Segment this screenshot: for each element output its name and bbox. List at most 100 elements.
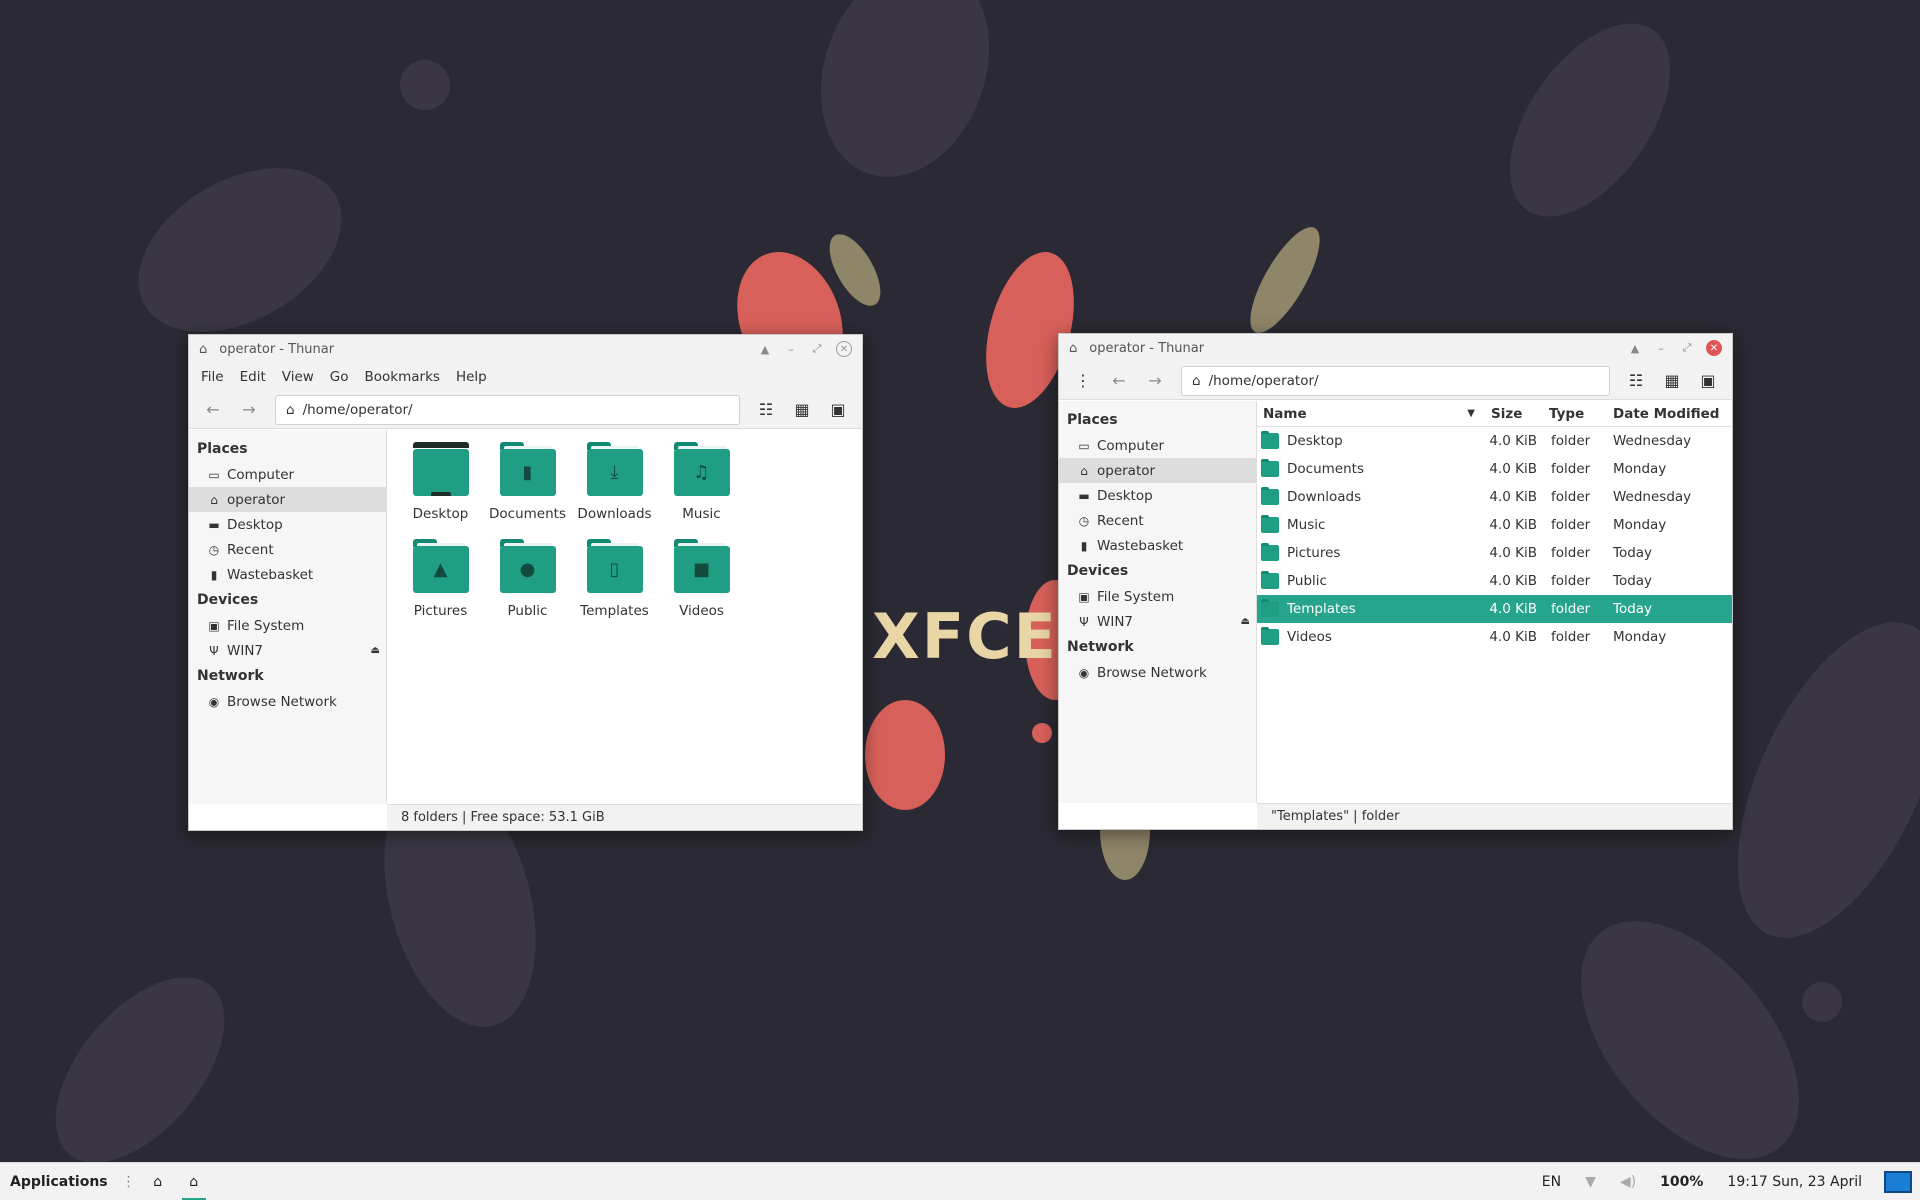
- eject-icon[interactable]: ⏏: [371, 645, 380, 656]
- sidebar-item-label: Wastebasket: [1097, 537, 1184, 554]
- sidebar-item-browse-network[interactable]: ◉ Browse Network: [1059, 660, 1256, 685]
- window-title: operator - Thunar: [219, 341, 335, 357]
- sidebar-item-operator[interactable]: ⌂ operator: [189, 487, 386, 512]
- menu-file[interactable]: File: [193, 369, 232, 385]
- folder-videos[interactable]: ■ Videos: [658, 539, 745, 636]
- column-header-date[interactable]: Date Modified: [1607, 406, 1732, 422]
- home-icon: ⌂: [210, 492, 218, 507]
- sidebar-item-file-system[interactable]: ▣ File System: [1059, 584, 1256, 609]
- folder-documents[interactable]: ▮ Documents: [484, 442, 571, 539]
- menu-view[interactable]: View: [274, 369, 322, 385]
- sidebar-item-file-system[interactable]: ▣ File System: [189, 613, 386, 638]
- sidebar-item-win7[interactable]: Ψ WIN7 ⏏: [1059, 609, 1256, 634]
- sidebar-item-label: Computer: [227, 466, 295, 483]
- volume-icon[interactable]: ◀): [1608, 1174, 1648, 1190]
- maximize-button[interactable]: ⤢: [804, 342, 830, 356]
- folder-label: Templates: [580, 603, 649, 619]
- show-desktop-button[interactable]: [1884, 1170, 1912, 1193]
- sidebar-item-computer[interactable]: ▭ Computer: [1059, 433, 1256, 458]
- sidebar-item-wastebasket[interactable]: ▮ Wastebasket: [1059, 533, 1256, 558]
- applications-menu-button[interactable]: Applications: [0, 1174, 118, 1190]
- table-row[interactable]: Downloads 4.0 KiB folder Wednesday: [1257, 483, 1732, 511]
- menu-bookmarks[interactable]: Bookmarks: [357, 369, 448, 385]
- forward-button[interactable]: →: [231, 395, 267, 425]
- status-bar: 8 folders | Free space: 53.1 GiB: [387, 804, 862, 830]
- table-row[interactable]: Desktop 4.0 KiB folder Wednesday: [1257, 427, 1732, 455]
- list-view-icon[interactable]: ☷: [748, 395, 784, 425]
- sidebar-header-places: Places: [197, 441, 248, 457]
- sidebar-item-recent[interactable]: ◷ Recent: [1059, 508, 1256, 533]
- table-row[interactable]: Public 4.0 KiB folder Today: [1257, 567, 1732, 595]
- folder-public[interactable]: ● Public: [484, 539, 571, 636]
- menu-kebab-icon[interactable]: ⋮: [1065, 366, 1101, 396]
- column-header-type[interactable]: Type: [1543, 406, 1607, 422]
- sidebar-header-devices: Devices: [197, 592, 259, 608]
- sidebar-item-wastebasket[interactable]: ▮ Wastebasket: [189, 562, 386, 587]
- battery-percentage[interactable]: 100%: [1648, 1174, 1715, 1190]
- keyboard-layout[interactable]: EN: [1530, 1174, 1573, 1190]
- back-button[interactable]: ←: [195, 395, 231, 425]
- network-icon[interactable]: ▼: [1573, 1174, 1608, 1190]
- title-bar[interactable]: ⌂ operator - Thunar ▲ – ⤢ ✕: [1059, 334, 1732, 362]
- table-row-selected[interactable]: Templates 4.0 KiB folder Today: [1257, 595, 1732, 623]
- menu-help[interactable]: Help: [448, 369, 495, 385]
- row-date: Wednesday: [1613, 489, 1692, 505]
- clock[interactable]: 19:17 Sun, 23 April: [1715, 1174, 1874, 1190]
- table-row[interactable]: Pictures 4.0 KiB folder Today: [1257, 539, 1732, 567]
- thunar-window-icon-view[interactable]: ⌂ operator - Thunar ▲ – ⤢ ✕ File Edit Vi…: [188, 334, 863, 831]
- maximize-button[interactable]: ⤢: [1674, 341, 1700, 355]
- folder-pictures[interactable]: ▲ Pictures: [397, 539, 484, 636]
- minimize-button[interactable]: –: [1648, 342, 1674, 355]
- minimize-button[interactable]: –: [778, 343, 804, 356]
- close-button[interactable]: ✕: [836, 341, 852, 357]
- table-row[interactable]: Music 4.0 KiB folder Monday: [1257, 511, 1732, 539]
- table-row[interactable]: Videos 4.0 KiB folder Monday: [1257, 623, 1732, 651]
- terminal-icon[interactable]: ▣: [1690, 366, 1726, 396]
- taskbar-window-button-active[interactable]: ⌂: [176, 1163, 212, 1200]
- menu-edit[interactable]: Edit: [232, 369, 274, 385]
- thunar-window-list-view[interactable]: ⌂ operator - Thunar ▲ – ⤢ ✕ ⋮ ← → ⌂ /hom…: [1058, 333, 1733, 830]
- title-bar[interactable]: ⌂ operator - Thunar ▲ – ⤢ ✕: [189, 335, 862, 363]
- shade-button[interactable]: ▲: [752, 343, 778, 356]
- computer-icon: ▭: [208, 467, 220, 482]
- column-header-name[interactable]: Name ▼: [1257, 406, 1485, 422]
- sidebar-header-places: Places: [1067, 412, 1118, 428]
- videos-folder-icon: ■: [673, 539, 730, 593]
- table-row[interactable]: Documents 4.0 KiB folder Monday: [1257, 455, 1732, 483]
- sidebar-item-browse-network[interactable]: ◉ Browse Network: [189, 689, 386, 714]
- shade-button[interactable]: ▲: [1622, 342, 1648, 355]
- sidebar-item-computer[interactable]: ▭ Computer: [189, 462, 386, 487]
- sidebar-item-recent[interactable]: ◷ Recent: [189, 537, 386, 562]
- folder-downloads[interactable]: ⤓ Downloads: [571, 442, 658, 539]
- taskbar-panel: Applications ⋮ ⌂ ⌂ EN ▼ ◀) 100% 19:17 Su…: [0, 1162, 1920, 1200]
- sidebar-item-win7[interactable]: Ψ WIN7 ⏏: [189, 638, 386, 663]
- folder-desktop[interactable]: Desktop: [397, 442, 484, 539]
- row-type: folder: [1551, 461, 1591, 477]
- location-bar[interactable]: ⌂ /home/operator/: [1181, 365, 1610, 396]
- sidebar-item-operator[interactable]: ⌂ operator: [1059, 458, 1256, 483]
- menu-go[interactable]: Go: [322, 369, 357, 385]
- taskbar-window-button[interactable]: ⌂: [140, 1163, 176, 1200]
- forward-button[interactable]: →: [1137, 366, 1173, 396]
- back-button[interactable]: ←: [1101, 366, 1137, 396]
- sidebar-item-desktop[interactable]: ▬ Desktop: [1059, 483, 1256, 508]
- row-type: folder: [1551, 433, 1591, 449]
- documents-folder-icon: ▮: [499, 442, 556, 496]
- terminal-icon[interactable]: ▣: [820, 395, 856, 425]
- window-body: Places ▭ Computer ⌂ operator ▬ Desktop ◷ Rec…: [189, 430, 862, 804]
- close-button[interactable]: ✕: [1706, 340, 1722, 356]
- column-header-size[interactable]: Size: [1485, 406, 1543, 422]
- location-bar[interactable]: ⌂ /home/operator/: [275, 394, 740, 425]
- icon-view-icon[interactable]: ▦: [1654, 366, 1690, 396]
- icon-view[interactable]: Desktop ▮ Documents ⤓ Downloads ♫ Music …: [387, 430, 862, 804]
- eject-icon[interactable]: ⏏: [1241, 616, 1250, 627]
- folder-music[interactable]: ♫ Music: [658, 442, 745, 539]
- column-label: Name: [1263, 405, 1307, 422]
- icon-view-icon[interactable]: ▦: [784, 395, 820, 425]
- menu-bar: File Edit View Go Bookmarks Help: [189, 363, 862, 391]
- row-type: folder: [1551, 601, 1591, 617]
- list-view-icon[interactable]: ☷: [1618, 366, 1654, 396]
- folder-templates[interactable]: ▯ Templates: [571, 539, 658, 636]
- list-view[interactable]: Name ▼ Size Type Date Modified Desktop 4.0…: [1257, 401, 1732, 803]
- sidebar-item-desktop[interactable]: ▬ Desktop: [189, 512, 386, 537]
